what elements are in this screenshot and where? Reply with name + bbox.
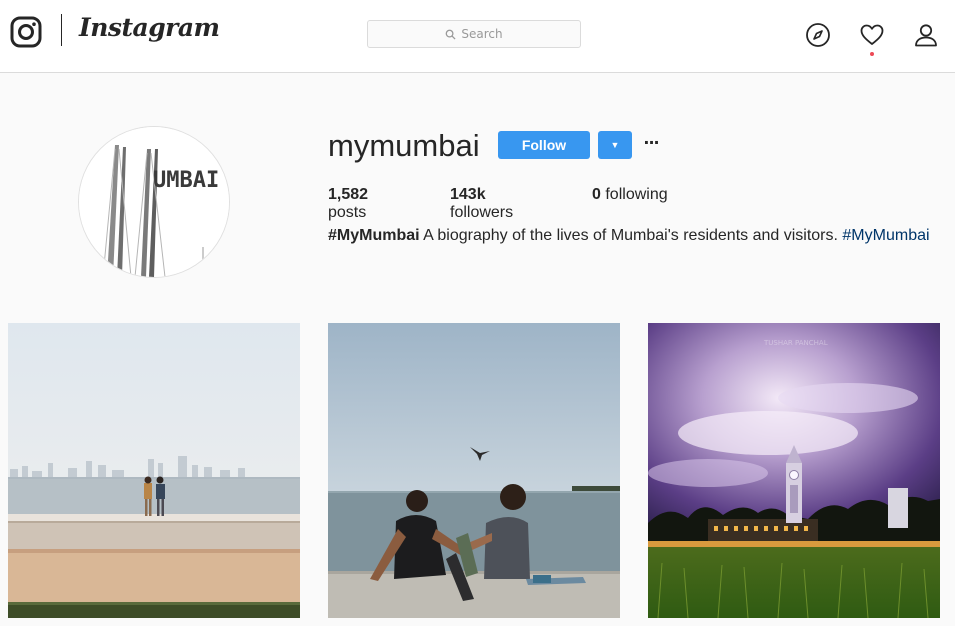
user-icon[interactable] — [913, 22, 939, 48]
post-thumbnail[interactable] — [328, 323, 620, 618]
caret-down-icon: ▼ — [610, 140, 620, 150]
followers-count: 143k — [450, 186, 486, 203]
stat-followers[interactable]: 143k followers — [450, 186, 552, 222]
post-watermark: TUSHAR PANCHAL — [763, 339, 828, 347]
profile-username: mymumbai — [328, 128, 480, 163]
logo-divider — [61, 14, 62, 46]
profile-stats: 1,582 posts 143k followers 0 following — [328, 186, 708, 222]
posts-label: posts — [328, 204, 367, 221]
instagram-wordmark[interactable]: Instagram — [79, 13, 220, 42]
stat-posts: 1,582 posts — [328, 186, 410, 222]
following-label: following — [605, 186, 668, 203]
post-thumbnail[interactable] — [8, 323, 300, 618]
post-image-seafront — [8, 323, 300, 618]
post-image-couple — [328, 323, 620, 618]
search-input[interactable]: Search — [367, 20, 581, 48]
top-nav: Instagram Search — [0, 0, 955, 73]
followers-label: followers — [450, 204, 514, 221]
follow-button[interactable]: Follow — [498, 131, 590, 159]
avatar-image: UMBAI — [79, 127, 229, 277]
search-icon — [446, 29, 456, 40]
compass-icon[interactable] — [805, 22, 831, 48]
notification-dot — [870, 52, 874, 56]
avatar-text: UMBAI — [153, 168, 219, 193]
bio-text: A biography of the lives of Mumbai's res… — [419, 227, 843, 244]
avatar[interactable]: UMBAI — [78, 126, 230, 278]
posts-count: 1,582 — [328, 186, 369, 203]
search-placeholder: Search — [461, 27, 503, 41]
following-count: 0 — [592, 186, 601, 203]
suggestions-dropdown-button[interactable]: ▼ — [598, 131, 632, 159]
profile-bio: #MyMumbai A biography of the lives of Mu… — [328, 227, 930, 245]
bio-hashtag-link[interactable]: #MyMumbai — [842, 227, 929, 244]
instagram-logo-icon[interactable] — [10, 16, 42, 48]
bio-hashtag-bold[interactable]: #MyMumbai — [328, 227, 420, 244]
post-thumbnail[interactable]: TUSHAR PANCHAL — [648, 323, 940, 618]
more-options-button[interactable]: ··· — [641, 133, 661, 155]
stat-following[interactable]: 0 following — [592, 186, 668, 222]
heart-icon[interactable] — [859, 22, 885, 48]
post-image-clocktower: TUSHAR PANCHAL — [648, 323, 940, 618]
